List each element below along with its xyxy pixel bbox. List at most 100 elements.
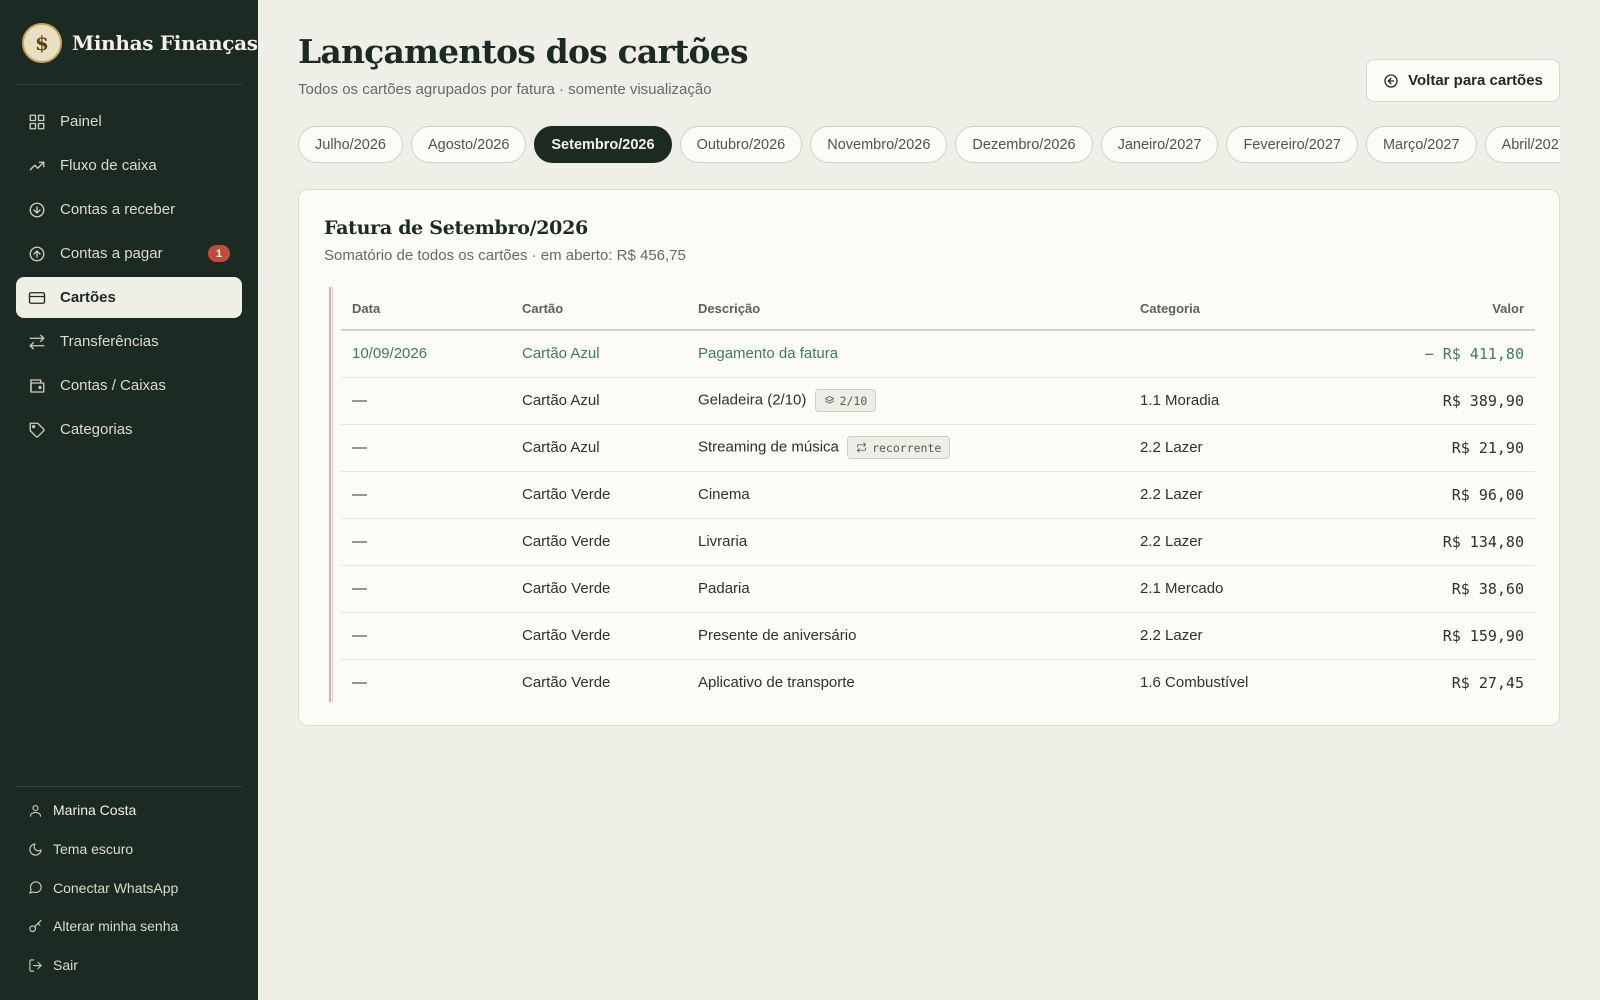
sidebar-item-label: Transferências [60,333,159,350]
app-name: Minhas Finanças [72,31,258,55]
pending-count-badge: 1 [208,245,230,262]
month-tab[interactable]: Fevereiro/2027 [1226,126,1358,163]
connect-whatsapp-label: Conectar WhatsApp [53,879,179,896]
tag-icon [29,422,45,438]
recurring-tag: recorrente [847,436,951,459]
arrow-down-circle-icon [29,202,45,217]
sidebar-divider-top [16,84,242,85]
column-header-value: Valor [1329,287,1535,331]
table-row: — Cartão Azul Geladeira (2/10) 2/10 1.1 … [341,377,1535,425]
recurring-tag-text: recorrente [872,440,942,455]
description-text: Streaming de música [698,438,839,456]
cell-category: 2.2 Lazer [1129,612,1329,660]
logout-button[interactable]: Sair [16,946,242,985]
month-tab[interactable]: Abril/2027 [1484,126,1560,163]
cell-category: 2.1 Mercado [1129,565,1329,613]
cell-card: Cartão Verde [511,612,687,660]
table-header-row: Data Cartão Descrição Categoria Valor [341,287,1535,331]
sidebar-item-transferencias[interactable]: Transferências [16,321,242,362]
month-tab[interactable]: Janeiro/2027 [1100,126,1219,163]
cell-category: 1.6 Combustível [1140,674,1249,692]
cell-value: R$ 27,45 [1451,673,1524,692]
month-tab[interactable]: Março/2027 [1365,126,1477,163]
arrow-up-circle-icon [29,246,45,261]
dark-theme-toggle[interactable]: Tema escuro [16,830,242,869]
cell-card: Cartão Azul [511,377,687,425]
sidebar-item-label: Contas a pagar [60,245,163,262]
sidebar-item-contas-caixas[interactable]: Contas / Caixas [16,365,242,406]
invoice-title: Fatura de Setembro/2026 [324,217,588,239]
sidebar-footer: Marina Costa Tema escuro Conectar WhatsA… [16,791,242,984]
sidebar-item-contas-a-pagar[interactable]: Contas a pagar 1 [16,233,242,274]
key-icon [29,919,42,932]
chat-bubble-icon [29,881,42,894]
month-tab[interactable]: Julho/2026 [298,126,403,163]
sidebar-item-label: Contas a receber [60,201,176,218]
description-text: Presente de aniversário [698,627,857,644]
cell-date: — [352,674,367,692]
cell-description: Pagamento da fatura [687,330,1129,378]
sidebar-item-label: Contas / Caixas [60,377,166,394]
column-header-description: Descrição [687,287,1129,331]
sidebar-item-cartoes[interactable]: Cartões [16,277,242,318]
brand[interactable]: $ Minhas Finanças [22,23,258,63]
table-row: — Cartão Verde Aplicativo de transporte … [341,659,1535,706]
cell-category: 2.2 Lazer [1129,424,1329,472]
cell-description: Geladeira (2/10) 2/10 [687,377,1129,425]
cell-category: 2.2 Lazer [1129,518,1329,566]
cell-date: — [341,377,511,425]
description-text: Livraria [698,533,748,550]
table-row: — Cartão Verde Cinema 2.2 Lazer R$ 96,00 [341,471,1535,519]
column-header-date: Data [341,287,511,331]
month-tab-selected[interactable]: Setembro/2026 [534,126,672,163]
moon-icon [29,842,42,856]
sidebar-item-fluxo-de-caixa[interactable]: Fluxo de caixa [16,145,242,186]
description-text: Pagamento da fatura [698,345,839,363]
sidebar-divider-bottom [16,786,242,787]
column-header-category: Categoria [1129,287,1329,331]
month-tab[interactable]: Dezembro/2026 [955,126,1093,163]
table-row: — Cartão Azul Streaming de música recorr… [341,424,1535,472]
month-tab[interactable]: Agosto/2026 [410,126,527,163]
cell-date: — [341,612,511,660]
change-password-button[interactable]: Alterar minha senha [16,907,242,946]
sidebar: $ Minhas Finanças Painel Fluxo de caixa … [0,0,258,1000]
user-icon [29,804,42,817]
month-tab[interactable]: Outubro/2026 [679,126,803,163]
grid-icon [29,114,45,129]
cell-value: R$ 389,90 [1329,377,1535,425]
cell-description: Padaria [687,565,1129,613]
credit-card-icon [28,291,46,304]
connect-whatsapp-button[interactable]: Conectar WhatsApp [16,868,242,907]
entries-table: Data Cartão Descrição Categoria Valor 10… [341,287,1535,706]
month-selector[interactable]: Julho/2026 Agosto/2026 Setembro/2026 Out… [298,126,1560,164]
cell-date: — [341,518,511,566]
cell-card: Cartão Azul [511,424,687,472]
layers-icon [824,395,834,404]
sidebar-item-label: Fluxo de caixa [60,157,157,174]
column-header-card: Cartão [511,287,687,331]
cell-category: 1.1 Moradia [1129,377,1329,425]
sidebar-item-painel[interactable]: Painel [16,101,242,142]
description-text: Cinema [698,486,750,503]
cell-date: — [341,471,511,519]
user-name: Marina Costa [53,802,137,819]
description-text: Aplicativo de transporte [698,674,855,692]
cell-description: Cinema [687,471,1129,519]
cell-card: Cartão Verde [522,674,611,692]
table-row-payment: 10/09/2026 Cartão Azul Pagamento da fatu… [341,330,1535,378]
repeat-icon [857,442,867,453]
month-tab[interactable]: Novembro/2026 [810,126,948,163]
sidebar-item-categorias[interactable]: Categorias [16,409,242,450]
cell-value: − R$ 411,80 [1329,330,1535,378]
cell-date: — [341,424,511,472]
cell-category: 2.2 Lazer [1129,471,1329,519]
sidebar-item-contas-a-receber[interactable]: Contas a receber [16,189,242,230]
cell-card: Cartão Azul [511,330,687,378]
back-to-cards-button[interactable]: Voltar para cartões [1366,59,1560,102]
cell-category [1129,330,1329,378]
cell-value: R$ 96,00 [1329,471,1535,519]
cell-date: 10/09/2026 [341,330,511,378]
description-text: Padaria [698,580,750,597]
change-password-label: Alterar minha senha [53,918,179,935]
